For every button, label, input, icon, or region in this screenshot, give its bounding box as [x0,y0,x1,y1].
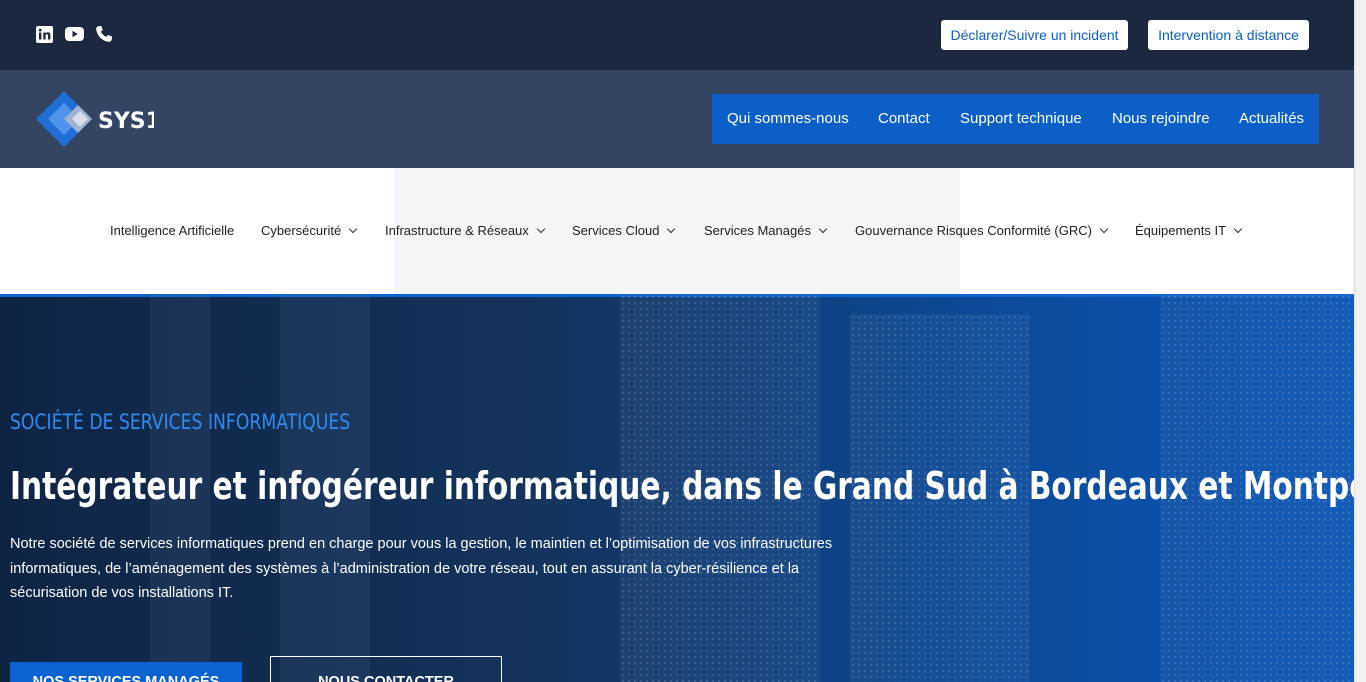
youtube-icon[interactable] [64,24,84,44]
subnav-equipements-it[interactable]: Équipements IT [1135,223,1243,238]
declare-incident-button[interactable]: Déclarer/Suivre un incident [941,20,1128,50]
subnav-label: Services Cloud [572,223,660,238]
remote-intervention-button[interactable]: Intervention à distance [1148,20,1309,50]
nav-contact[interactable]: Contact [878,110,930,127]
chevron-down-icon [1233,224,1243,233]
main-navigation: Qui sommes-nous Contact Support techniqu… [712,94,1319,144]
subnav-grc[interactable]: Gouvernance Risques Conformité (GRC) [855,223,1109,238]
hero-description: Notre société de services informatiques … [10,536,833,601]
services-manages-button[interactable]: NOS SERVICES MANAGÉS [10,662,242,682]
chevron-down-icon [667,224,676,233]
hero-section: SOCIÉTÉ DE SERVICES INFORMATIQUES Intégr… [0,294,1354,682]
subnav-label: Infrastructure & Réseaux [385,223,529,238]
contact-button[interactable]: NOUS CONTACTER [270,656,502,682]
subnav-cybersecurite[interactable]: Cybersécurité [261,223,358,238]
chevron-down-icon [1099,224,1109,233]
nav-actualites[interactable]: Actualités [1239,110,1304,127]
chevron-down-icon [818,224,828,233]
hero-title: Intégrateur et infogéreur informatique, … [10,464,1354,508]
nav-qui-sommes-nous[interactable]: Qui sommes-nous [727,110,849,127]
site-header: SYS1 Qui sommes-nous Contact Support tec… [0,70,1354,168]
subnav-services-manages[interactable]: Services Managés [704,223,828,238]
logo-text: SYS1 [98,109,154,134]
subnav-label: Gouvernance Risques Conformité (GRC) [855,223,1092,238]
scrollbar[interactable] [1354,0,1366,682]
services-navigation: Intelligence Artificielle Cybersécurité … [0,168,1354,294]
subnav-intelligence-artificielle[interactable]: Intelligence Artificielle [110,223,234,238]
subnav-label: Intelligence Artificielle [110,223,235,238]
logo[interactable]: SYS1 [34,86,161,152]
chevron-down-icon [536,224,546,233]
chevron-down-icon [348,224,358,233]
subnav-label: Cybersécurité [261,223,342,238]
nav-support-technique[interactable]: Support technique [960,110,1082,127]
subnav-services-cloud[interactable]: Services Cloud [572,223,676,238]
subnav-infrastructure-reseaux[interactable]: Infrastructure & Réseaux [385,223,546,238]
phone-icon[interactable] [94,24,114,44]
top-bar: Déclarer/Suivre un incident Intervention… [0,0,1354,70]
subnav-label: Équipements IT [1135,223,1227,238]
hero-kicker: SOCIÉTÉ DE SERVICES INFORMATIQUES [10,410,351,434]
subnav-label: Services Managés [704,223,811,238]
linkedin-icon[interactable] [34,24,54,44]
nav-nous-rejoindre[interactable]: Nous rejoindre [1112,110,1210,127]
